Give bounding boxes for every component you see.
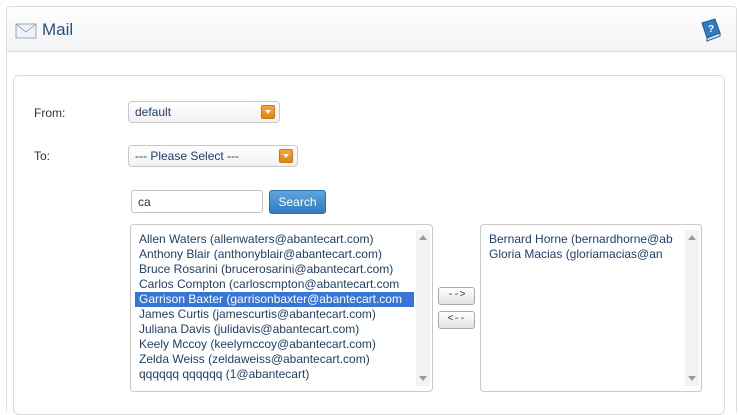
- to-select-value: --- Please Select ---: [135, 149, 240, 163]
- scroll-up-icon[interactable]: [419, 235, 427, 240]
- list-item[interactable]: Zelda Weiss (zeldaweiss@abantecart.com): [135, 352, 414, 367]
- list-item[interactable]: Gloria Macias (gloriamacias@an: [485, 247, 683, 262]
- page-header: Mail ?: [6, 6, 737, 52]
- available-recipients-list[interactable]: Allen Waters (allenwaters@abantecart.com…: [130, 224, 433, 392]
- scrollbar[interactable]: [685, 230, 699, 386]
- to-select[interactable]: --- Please Select ---: [128, 145, 298, 167]
- remove-recipient-button[interactable]: <--: [438, 311, 475, 329]
- svg-text:?: ?: [708, 24, 714, 35]
- scrollbar[interactable]: [416, 230, 430, 386]
- list-item[interactable]: Garrison Baxter (garrisonbaxter@abanteca…: [135, 292, 414, 307]
- list-item[interactable]: Carlos Compton (carloscmpton@abantecart.…: [135, 277, 414, 292]
- from-select-value: default: [135, 105, 172, 119]
- list-item[interactable]: Bernard Horne (bernardhorne@ab: [485, 232, 683, 247]
- scroll-up-icon[interactable]: [688, 235, 696, 240]
- list-item[interactable]: Keely Mccoy (keelymccoy@abantecart.com): [135, 337, 414, 352]
- to-label: To:: [34, 149, 51, 163]
- search-input[interactable]: [131, 190, 263, 213]
- list-item[interactable]: Juliana Davis (julidavis@abantecart.com): [135, 322, 414, 337]
- add-recipient-button[interactable]: -->: [438, 287, 475, 305]
- search-button[interactable]: Search: [269, 190, 326, 214]
- scroll-down-icon[interactable]: [419, 376, 427, 381]
- from-label: From:: [34, 106, 66, 120]
- page-title: Mail: [42, 20, 74, 39]
- from-select[interactable]: default: [128, 101, 280, 123]
- scroll-down-icon[interactable]: [688, 376, 696, 381]
- list-item[interactable]: Allen Waters (allenwaters@abantecart.com…: [135, 232, 414, 247]
- envelope-icon: [15, 23, 37, 39]
- help-book-icon[interactable]: ?: [698, 17, 724, 43]
- list-item[interactable]: James Curtis (jamescurtis@abantecart.com…: [135, 307, 414, 322]
- list-item[interactable]: Bruce Rosarini (brucerosarini@abantecart…: [135, 262, 414, 277]
- selected-recipients-list[interactable]: Bernard Horne (bernardhorne@ab Gloria Mac…: [480, 224, 702, 392]
- list-item[interactable]: Anthony Blair (anthonyblair@abantecart.c…: [135, 247, 414, 262]
- chevron-down-icon[interactable]: [279, 149, 293, 163]
- chevron-down-icon[interactable]: [261, 105, 275, 119]
- list-item[interactable]: qqqqqq qqqqqq (1@abantecart): [135, 367, 414, 382]
